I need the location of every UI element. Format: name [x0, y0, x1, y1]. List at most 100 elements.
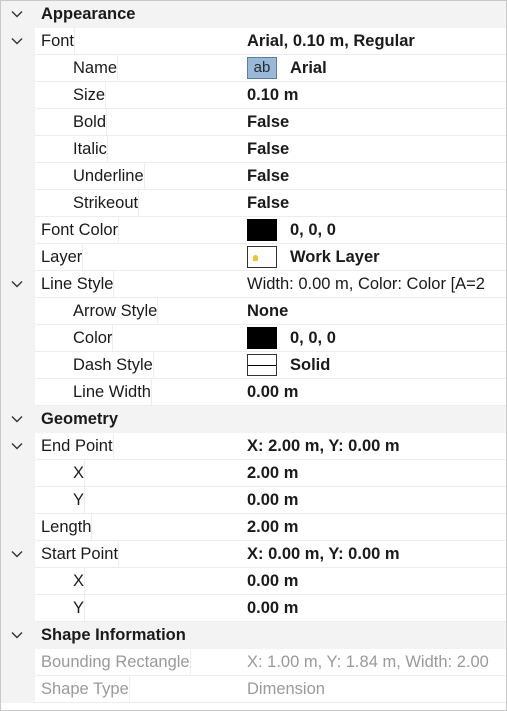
property-value[interactable]: False	[241, 163, 506, 190]
property-name: End Point	[41, 433, 114, 460]
property-row-end-point[interactable]: End Point X: 2.00 m, Y: 0.00 m	[1, 433, 506, 460]
row-gutter	[1, 514, 35, 541]
color-swatch-icon	[247, 219, 277, 241]
row-gutter	[1, 136, 35, 163]
property-row-italic[interactable]: Italic False	[1, 136, 506, 163]
property-row-strikeout[interactable]: Strikeout False	[1, 190, 506, 217]
property-row-line-style[interactable]: Line Style Width: 0.00 m, Color: Color […	[1, 271, 506, 298]
property-value[interactable]: 2.00 m	[241, 460, 506, 487]
layer-value: Work Layer	[290, 248, 380, 266]
row-gutter	[1, 568, 35, 595]
font-preview-icon: ab	[247, 57, 277, 79]
row-gutter	[1, 487, 35, 514]
category-geometry[interactable]: Geometry	[1, 406, 506, 433]
property-name: Y	[73, 595, 86, 622]
row-gutter	[1, 460, 35, 487]
property-row-start-y[interactable]: Y 0.00 m	[1, 595, 506, 622]
property-value[interactable]: 0, 0, 0	[241, 325, 506, 352]
property-row-font[interactable]: Font Arial, 0.10 m, Regular	[1, 28, 506, 55]
row-gutter	[1, 298, 35, 325]
property-name: Line Width	[73, 379, 152, 406]
property-value[interactable]: 0.00 m	[241, 379, 506, 406]
chevron-down-icon[interactable]	[10, 547, 24, 561]
row-gutter	[1, 325, 35, 352]
property-name: X	[73, 460, 86, 487]
chevron-down-icon[interactable]	[10, 628, 24, 642]
font-color-value: 0, 0, 0	[290, 221, 336, 239]
row-gutter	[1, 595, 35, 622]
property-value[interactable]: False	[241, 136, 506, 163]
font-name-value: Arial	[290, 59, 327, 77]
row-gutter	[1, 352, 35, 379]
property-name: Start Point	[41, 541, 120, 568]
property-row-start-point[interactable]: Start Point X: 0.00 m, Y: 0.00 m	[1, 541, 506, 568]
category-shape-information[interactable]: Shape Information	[1, 622, 506, 649]
property-value[interactable]: False	[241, 190, 506, 217]
property-value[interactable]: None	[241, 298, 506, 325]
property-name: Font	[41, 28, 76, 55]
property-name: Y	[73, 487, 86, 514]
property-name: Shape Type	[41, 676, 130, 703]
property-name: Underline	[73, 163, 145, 190]
property-name: Layer	[41, 244, 84, 271]
property-name: Size	[73, 82, 107, 109]
property-value[interactable]: 0.10 m	[241, 82, 506, 109]
property-row-end-x[interactable]: X 2.00 m	[1, 460, 506, 487]
category-label: Appearance	[41, 5, 136, 23]
property-row-layer[interactable]: Layer Work Layer	[1, 244, 506, 271]
property-name: Bold	[73, 109, 108, 136]
property-row-shape-type[interactable]: Shape Type Dimension	[1, 676, 506, 703]
property-row-arrow-style[interactable]: Arrow Style None	[1, 298, 506, 325]
property-row-bounding-rectangle[interactable]: Bounding Rectangle X: 1.00 m, Y: 1.84 m,…	[1, 649, 506, 676]
property-value[interactable]: 0.00 m	[241, 568, 506, 595]
property-name: Line Style	[41, 271, 115, 298]
property-row-underline[interactable]: Underline False	[1, 163, 506, 190]
property-value[interactable]: 0.00 m	[241, 595, 506, 622]
property-value[interactable]: X: 0.00 m, Y: 0.00 m	[241, 541, 506, 568]
color-swatch-icon	[247, 327, 277, 349]
property-value[interactable]: 2.00 m	[241, 514, 506, 541]
row-gutter	[1, 109, 35, 136]
chevron-down-icon[interactable]	[10, 412, 24, 426]
property-value[interactable]: 0.00 m	[241, 487, 506, 514]
property-value[interactable]: Arial, 0.10 m, Regular	[241, 28, 506, 55]
row-gutter	[1, 190, 35, 217]
property-name: Arrow Style	[73, 298, 159, 325]
property-value[interactable]: ab Arial	[241, 55, 506, 82]
property-value[interactable]: False	[241, 109, 506, 136]
property-name: Name	[73, 55, 119, 82]
property-row-font-name[interactable]: Name ab Arial	[1, 55, 506, 82]
property-value[interactable]: X: 2.00 m, Y: 0.00 m	[241, 433, 506, 460]
property-row-end-y[interactable]: Y 0.00 m	[1, 487, 506, 514]
chevron-down-icon[interactable]	[10, 34, 24, 48]
property-name: Length	[41, 514, 93, 541]
row-gutter	[1, 676, 35, 703]
line-color-value: 0, 0, 0	[290, 329, 336, 347]
chevron-down-icon[interactable]	[10, 439, 24, 453]
property-row-font-size[interactable]: Size 0.10 m	[1, 82, 506, 109]
property-value[interactable]: Work Layer	[241, 244, 506, 271]
property-row-line-color[interactable]: Color 0, 0, 0	[1, 325, 506, 352]
category-label: Geometry	[41, 410, 119, 428]
property-value: X: 1.00 m, Y: 1.84 m, Width: 2.00	[247, 653, 489, 671]
property-row-length[interactable]: Length 2.00 m	[1, 514, 506, 541]
property-row-line-width[interactable]: Line Width 0.00 m	[1, 379, 506, 406]
property-name: X	[73, 568, 86, 595]
property-name: Strikeout	[73, 190, 140, 217]
category-appearance[interactable]: Appearance	[1, 1, 506, 28]
property-value[interactable]: 0, 0, 0	[241, 217, 506, 244]
row-gutter	[1, 217, 35, 244]
property-row-start-x[interactable]: X 0.00 m	[1, 568, 506, 595]
row-gutter	[1, 649, 35, 676]
property-row-font-color[interactable]: Font Color 0, 0, 0	[1, 217, 506, 244]
property-row-bold[interactable]: Bold False	[1, 109, 506, 136]
property-value: Dimension	[247, 680, 325, 698]
property-name: Dash Style	[73, 352, 154, 379]
property-value[interactable]: Solid	[241, 352, 506, 379]
category-label: Shape Information	[41, 626, 186, 644]
property-row-dash-style[interactable]: Dash Style Solid	[1, 352, 506, 379]
property-value[interactable]: Width: 0.00 m, Color: Color [A=2	[241, 271, 506, 298]
chevron-down-icon[interactable]	[10, 7, 24, 21]
chevron-down-icon[interactable]	[10, 277, 24, 291]
row-gutter	[1, 379, 35, 406]
